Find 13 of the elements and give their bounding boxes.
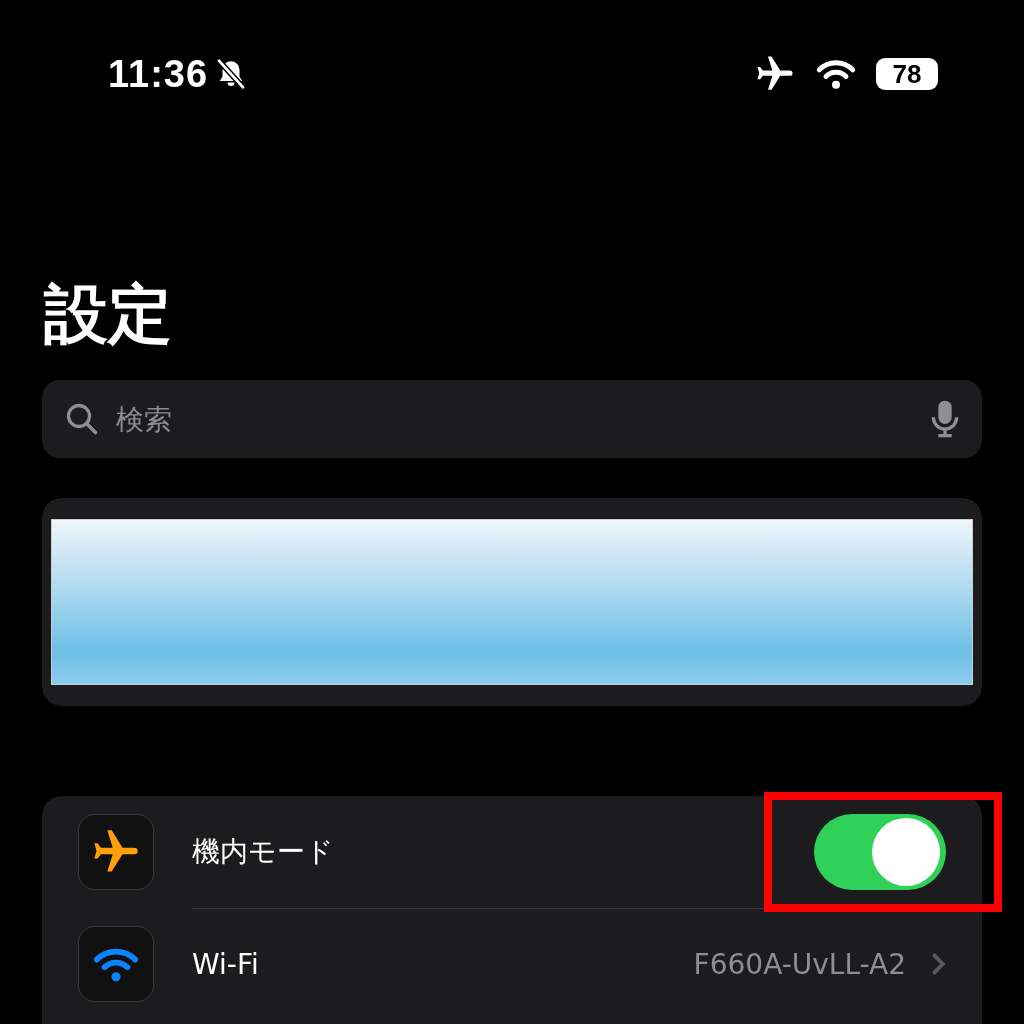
chevron-icon	[930, 951, 946, 977]
status-time: 11:36	[108, 52, 209, 96]
setting-label: 機内モード	[192, 833, 335, 870]
search-field[interactable]: 検索	[114, 401, 916, 437]
setting-value: F660A-UvLL-A2	[693, 947, 906, 981]
microphone-icon[interactable]	[930, 399, 960, 439]
setting-label: Wi-Fi	[192, 947, 260, 981]
page-title: 設定	[44, 276, 173, 353]
search-icon	[64, 401, 100, 437]
search-bar[interactable]: 検索	[42, 380, 982, 458]
wifi-icon	[816, 58, 856, 90]
battery-level: 78	[876, 58, 938, 90]
profile-card[interactable]	[42, 498, 982, 706]
